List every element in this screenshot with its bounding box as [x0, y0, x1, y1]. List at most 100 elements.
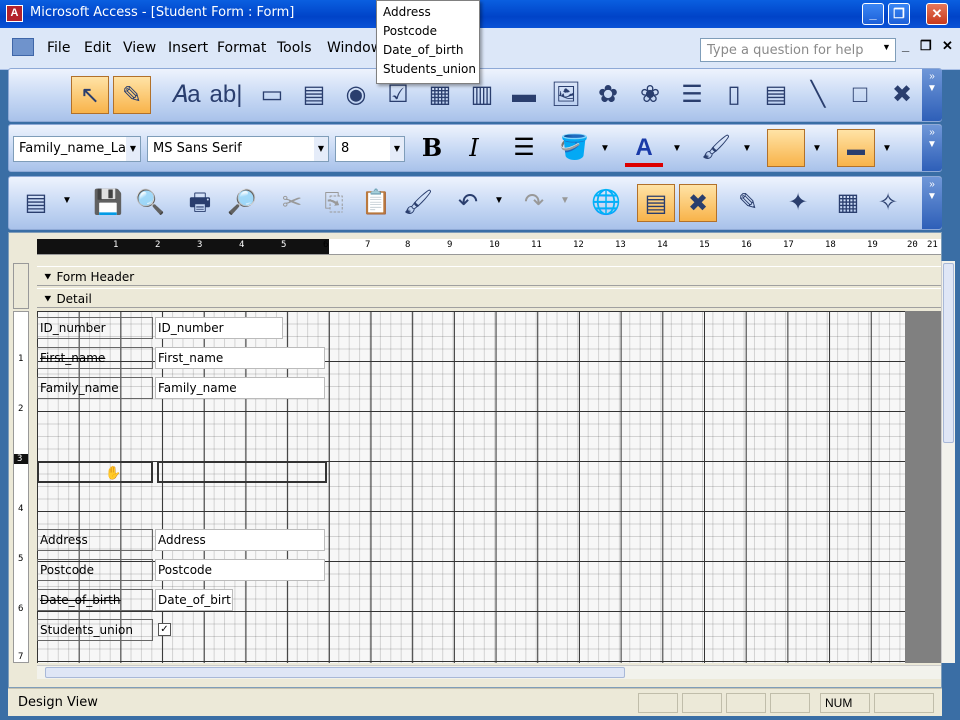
size-dropdown-icon[interactable]: ▼	[390, 137, 404, 161]
option-group-icon[interactable]: ▭	[253, 76, 291, 114]
bold-icon[interactable]: B	[413, 129, 451, 167]
paste-icon[interactable]: 📋	[357, 184, 395, 222]
font-color-dropdown-icon[interactable]: ▼	[671, 143, 683, 154]
select-objects-icon[interactable]: ↖	[71, 76, 109, 114]
students-union-label[interactable]: Students_union	[37, 619, 153, 641]
menu-format[interactable]: Format	[217, 40, 266, 56]
help-search-input[interactable]: Type a question for help	[700, 38, 896, 62]
postcode-textbox[interactable]: Postcode	[155, 559, 325, 581]
print-preview-icon[interactable]: 🔎	[223, 184, 261, 222]
field-list-icon[interactable]: ▤	[637, 184, 675, 222]
bound-object-icon[interactable]: ❀	[631, 76, 669, 114]
horizontal-scroll-thumb[interactable]	[45, 667, 625, 678]
redo-dropdown-icon[interactable]: ▼	[559, 195, 571, 206]
students-union-checkbox[interactable]: ✓	[158, 623, 171, 636]
postcode-label[interactable]: Postcode	[37, 559, 153, 581]
toggle-button-icon[interactable]: ▤	[295, 76, 333, 114]
tab-control-icon[interactable]: ▯	[715, 76, 753, 114]
view-dropdown-icon[interactable]: ▼	[61, 195, 73, 206]
toolbar2-options-icon[interactable]: » ▼	[922, 125, 942, 171]
field-list-item-students-union[interactable]: Students_union	[383, 60, 476, 79]
field-list-item-date-of-birth[interactable]: Date_of_birth	[383, 41, 473, 60]
redo-icon[interactable]: ↷	[515, 184, 553, 222]
autoformat-icon[interactable]: ✎	[729, 184, 767, 222]
save-icon[interactable]: 💾	[89, 184, 127, 222]
page-break-icon[interactable]: ☰	[673, 76, 711, 114]
copy-icon[interactable]: ⎘	[315, 184, 353, 222]
vertical-scrollbar[interactable]	[941, 261, 955, 663]
menu-insert[interactable]: Insert	[168, 40, 208, 56]
horizontal-ruler[interactable]: 1 2 3 4 5 6 7 8 9 10 11 12 13 14 15 16 1…	[37, 239, 941, 255]
undo-dropdown-icon[interactable]: ▼	[493, 195, 505, 206]
address-textbox[interactable]: Address	[155, 529, 325, 551]
field-list-item-address[interactable]: Address	[383, 3, 473, 22]
toolbox-icon[interactable]: ✖	[679, 184, 717, 222]
vertical-scroll-thumb[interactable]	[943, 263, 954, 443]
first-name-label[interactable]: First_name	[37, 347, 153, 369]
line-tool-icon[interactable]: ╲	[799, 76, 837, 114]
rectangle-tool-icon[interactable]: □	[841, 76, 879, 114]
detail-section-bar[interactable]: ⯆ Detail	[37, 288, 941, 308]
id-number-textbox[interactable]: ID_number	[155, 317, 283, 339]
unbound-object-icon[interactable]: ✿	[589, 76, 627, 114]
field-list-item-postcode[interactable]: Postcode	[383, 22, 473, 41]
fill-color-dropdown-icon[interactable]: ▼	[599, 143, 611, 154]
line-width-dropdown-icon[interactable]: ▼	[811, 143, 823, 154]
font-name-select[interactable]: MS Sans Serif ▼	[147, 136, 329, 162]
address-label[interactable]: Address	[37, 529, 153, 551]
menu-file[interactable]: File	[47, 40, 70, 56]
detail-grid[interactable]: ID_number ID_number First_name First_nam…	[37, 311, 905, 663]
form-header-section-bar[interactable]: ⯆ Form Header	[37, 266, 941, 286]
date-of-birth-label[interactable]: Date_of_birth	[37, 589, 153, 611]
build-icon[interactable]: ✧	[869, 184, 907, 222]
id-number-label[interactable]: ID_number	[37, 317, 153, 339]
undo-icon[interactable]: ↶	[449, 184, 487, 222]
text-box-tool-icon[interactable]: ab|	[207, 76, 245, 114]
horizontal-scrollbar[interactable]	[37, 665, 941, 679]
mdi-close-icon[interactable]: ✕	[942, 38, 953, 54]
first-name-textbox[interactable]: First_name	[155, 347, 325, 369]
empty-label-placeholder[interactable]	[37, 461, 153, 483]
empty-textbox-placeholder[interactable]	[157, 461, 327, 483]
align-icon[interactable]: ☰	[505, 129, 543, 167]
toolbar-options-icon[interactable]: » ▼	[922, 69, 942, 121]
italic-icon[interactable]: I	[455, 129, 493, 167]
line-color-icon[interactable]: 🖌	[697, 129, 735, 167]
font-color-icon[interactable]: A	[625, 129, 663, 167]
toolbar3-options-icon[interactable]: » ▼	[922, 177, 942, 229]
object-dropdown-icon[interactable]: ▼	[126, 137, 140, 161]
close-button[interactable]: ✕	[926, 3, 948, 25]
object-selector[interactable]: Family_name_Lab ▼	[13, 136, 141, 162]
fill-color-icon[interactable]: 🪣	[555, 129, 593, 167]
command-button-icon[interactable]: ▬	[505, 76, 543, 114]
menu-edit[interactable]: Edit	[84, 40, 111, 56]
view-icon[interactable]: ▤	[17, 184, 55, 222]
help-dropdown-arrow-icon[interactable]: ▼	[882, 42, 891, 52]
mdi-restore-icon[interactable]: ❐	[920, 38, 932, 54]
family-name-label[interactable]: Family_name	[37, 377, 153, 399]
special-effect-dropdown-icon[interactable]: ▼	[881, 143, 893, 154]
family-name-textbox[interactable]: Family_name	[155, 377, 325, 399]
option-button-icon[interactable]: ◉	[337, 76, 375, 114]
menu-tools[interactable]: Tools	[277, 40, 312, 56]
image-tool-icon[interactable]: 🖼	[547, 76, 585, 114]
more-controls-icon[interactable]: ✖	[883, 76, 921, 114]
font-size-select[interactable]: 8 ▼	[335, 136, 405, 162]
special-effect-icon[interactable]: ▬	[837, 129, 875, 167]
hyperlink-icon[interactable]: 🌐	[587, 184, 625, 222]
format-painter-icon[interactable]: 🖌	[399, 184, 437, 222]
file-search-icon[interactable]: 🔍	[131, 184, 169, 222]
font-dropdown-icon[interactable]: ▼	[314, 137, 328, 161]
minimize-button[interactable]: _	[862, 3, 884, 25]
control-wizards-icon[interactable]: ✎	[113, 76, 151, 114]
print-icon[interactable]: 🖶	[181, 184, 219, 222]
menu-window[interactable]: Window	[327, 40, 382, 56]
properties-icon[interactable]: ▦	[829, 184, 867, 222]
code-icon[interactable]: ✦	[779, 184, 817, 222]
label-tool-icon[interactable]: 𝐴a	[167, 76, 205, 114]
subform-icon[interactable]: ▤	[757, 76, 795, 114]
form-window-icon[interactable]	[12, 38, 34, 56]
cut-icon[interactable]: ✂	[273, 184, 311, 222]
line-color-dropdown-icon[interactable]: ▼	[741, 143, 753, 154]
line-width-icon[interactable]	[767, 129, 805, 167]
